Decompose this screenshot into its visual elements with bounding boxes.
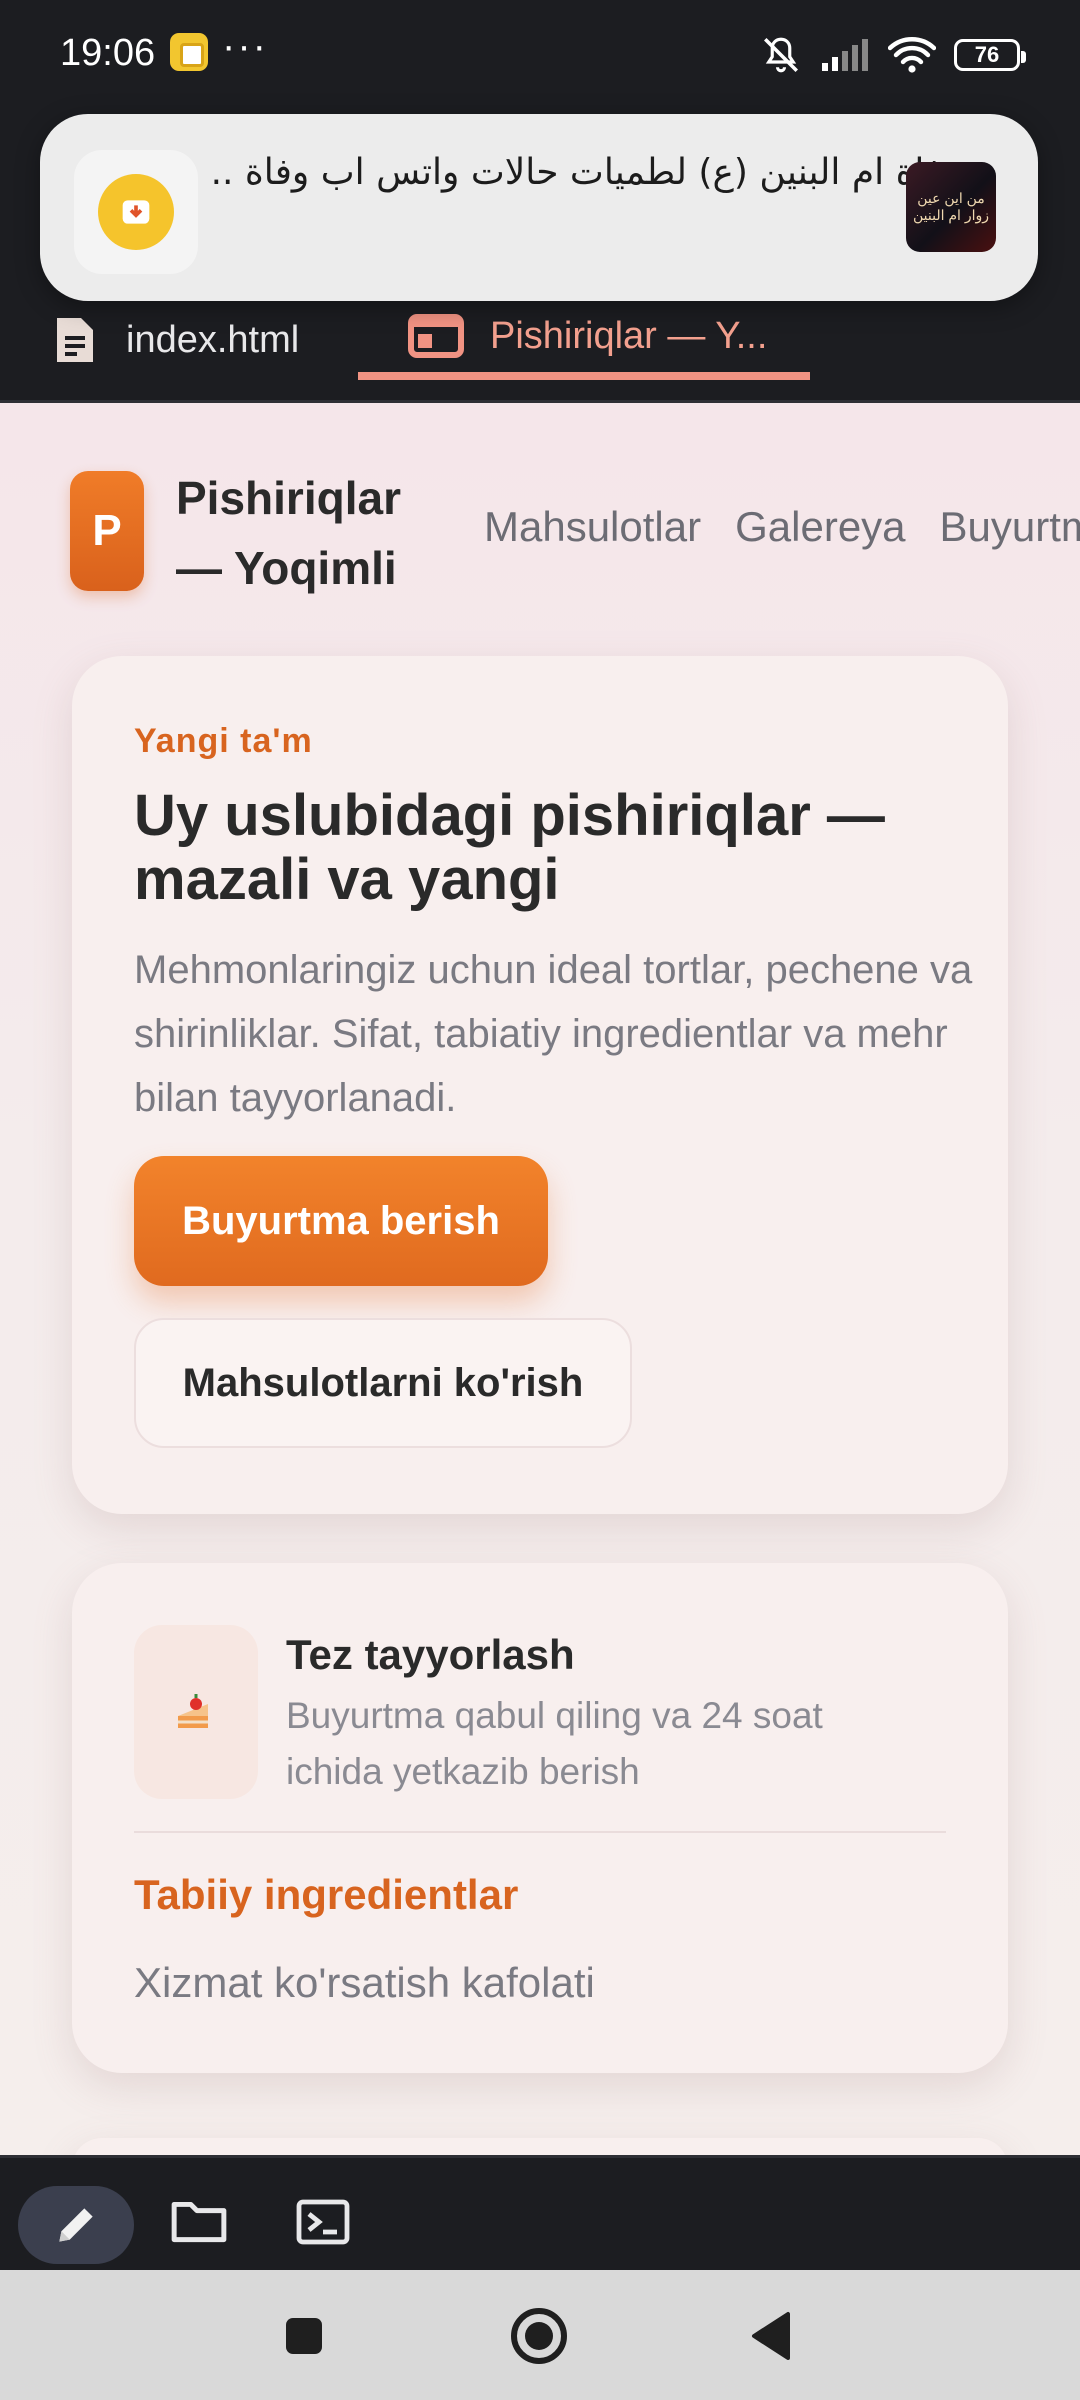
recent-apps-square-icon[interactable] (282, 2306, 326, 2366)
file-icon (57, 318, 93, 362)
nav-link-mahsulotlar[interactable]: Mahsulotlar (484, 503, 701, 551)
hero-title: Uy uslubidagi pishiriqlar — mazali va ya… (134, 783, 885, 912)
editor-toolbar (0, 2155, 1080, 2270)
web-preview: P Pishiriqlar — Yoqimli Mahsulotlar Gale… (0, 403, 1080, 2155)
hero-card: Yangi ta'm Uy uslubidagi pishiriqlar — m… (72, 656, 1008, 1514)
edit-pencil-icon[interactable] (18, 2186, 134, 2264)
tab-index-html[interactable]: index.html (50, 300, 299, 380)
tab-preview[interactable]: Pishiriqlar — Y... (358, 300, 810, 380)
feature-service-guarantee: Xizmat ko'rsatish kafolati (134, 1959, 595, 2006)
notification-thumbnail: من اين عين زوار ام البنين (906, 162, 996, 252)
more-notifications-icon: ··· (222, 24, 268, 68)
feature-title: Tez tayyorlash (286, 1631, 575, 1678)
cake-icon (134, 1625, 258, 1799)
features-card: Tez tayyorlash Buyurtma qabul qiling va … (72, 1563, 1008, 2073)
nav-link-galereya[interactable]: Galereya (735, 503, 905, 551)
notification-toast[interactable]: وفاة ام البنين (ع) لطميات حالات واتس اب … (40, 114, 1038, 301)
site-brand[interactable]: Pishiriqlar — Yoqimli (176, 463, 436, 603)
terminal-icon[interactable] (294, 2198, 352, 2246)
hero-description: Mehmonlaringiz uchun ideal tortlar, pech… (134, 948, 973, 1120)
view-products-button[interactable]: Mahsulotlarni ko'rish (134, 1318, 632, 1448)
nav-link-buyurtma[interactable]: Buyurtma (940, 503, 1080, 551)
battery-icon: 76 (954, 39, 1026, 71)
feature-description: Buyurtma qabul qiling va 24 soat ichida … (286, 1695, 823, 1792)
status-time: 19:06 (60, 32, 156, 74)
feature-divider (134, 1831, 946, 1833)
folder-icon[interactable] (170, 2198, 228, 2244)
home-circle-icon[interactable] (508, 2306, 570, 2366)
notification-text: وفاة ام البنين (ع) لطميات حالات واتس اب … (210, 152, 960, 193)
hero-eyebrow: Yangi ta'm (134, 722, 313, 760)
browser-preview-icon (408, 314, 464, 358)
signal-icon (822, 39, 868, 71)
status-bar: 19:06 ··· 76 (0, 0, 1080, 110)
tab-label: Pishiriqlar — Y... (490, 314, 768, 357)
next-card (72, 2138, 1008, 2155)
back-triangle-icon[interactable] (748, 2306, 794, 2366)
wifi-icon (888, 37, 936, 73)
tab-label: index.html (126, 318, 300, 361)
feature-natural-ingredients: Tabiiy ingredientlar (134, 1871, 519, 1918)
mute-bell-icon (764, 37, 798, 73)
site-nav: Mahsulotlar Galereya Buyurtma (484, 503, 1080, 551)
download-app-icon (74, 150, 198, 274)
system-navigation-bar (0, 2270, 1080, 2400)
site-logo[interactable]: P (70, 471, 144, 591)
app-notification-icon (170, 33, 208, 71)
order-button[interactable]: Buyurtma berish (134, 1156, 548, 1286)
status-icons: 76 (760, 34, 1026, 76)
